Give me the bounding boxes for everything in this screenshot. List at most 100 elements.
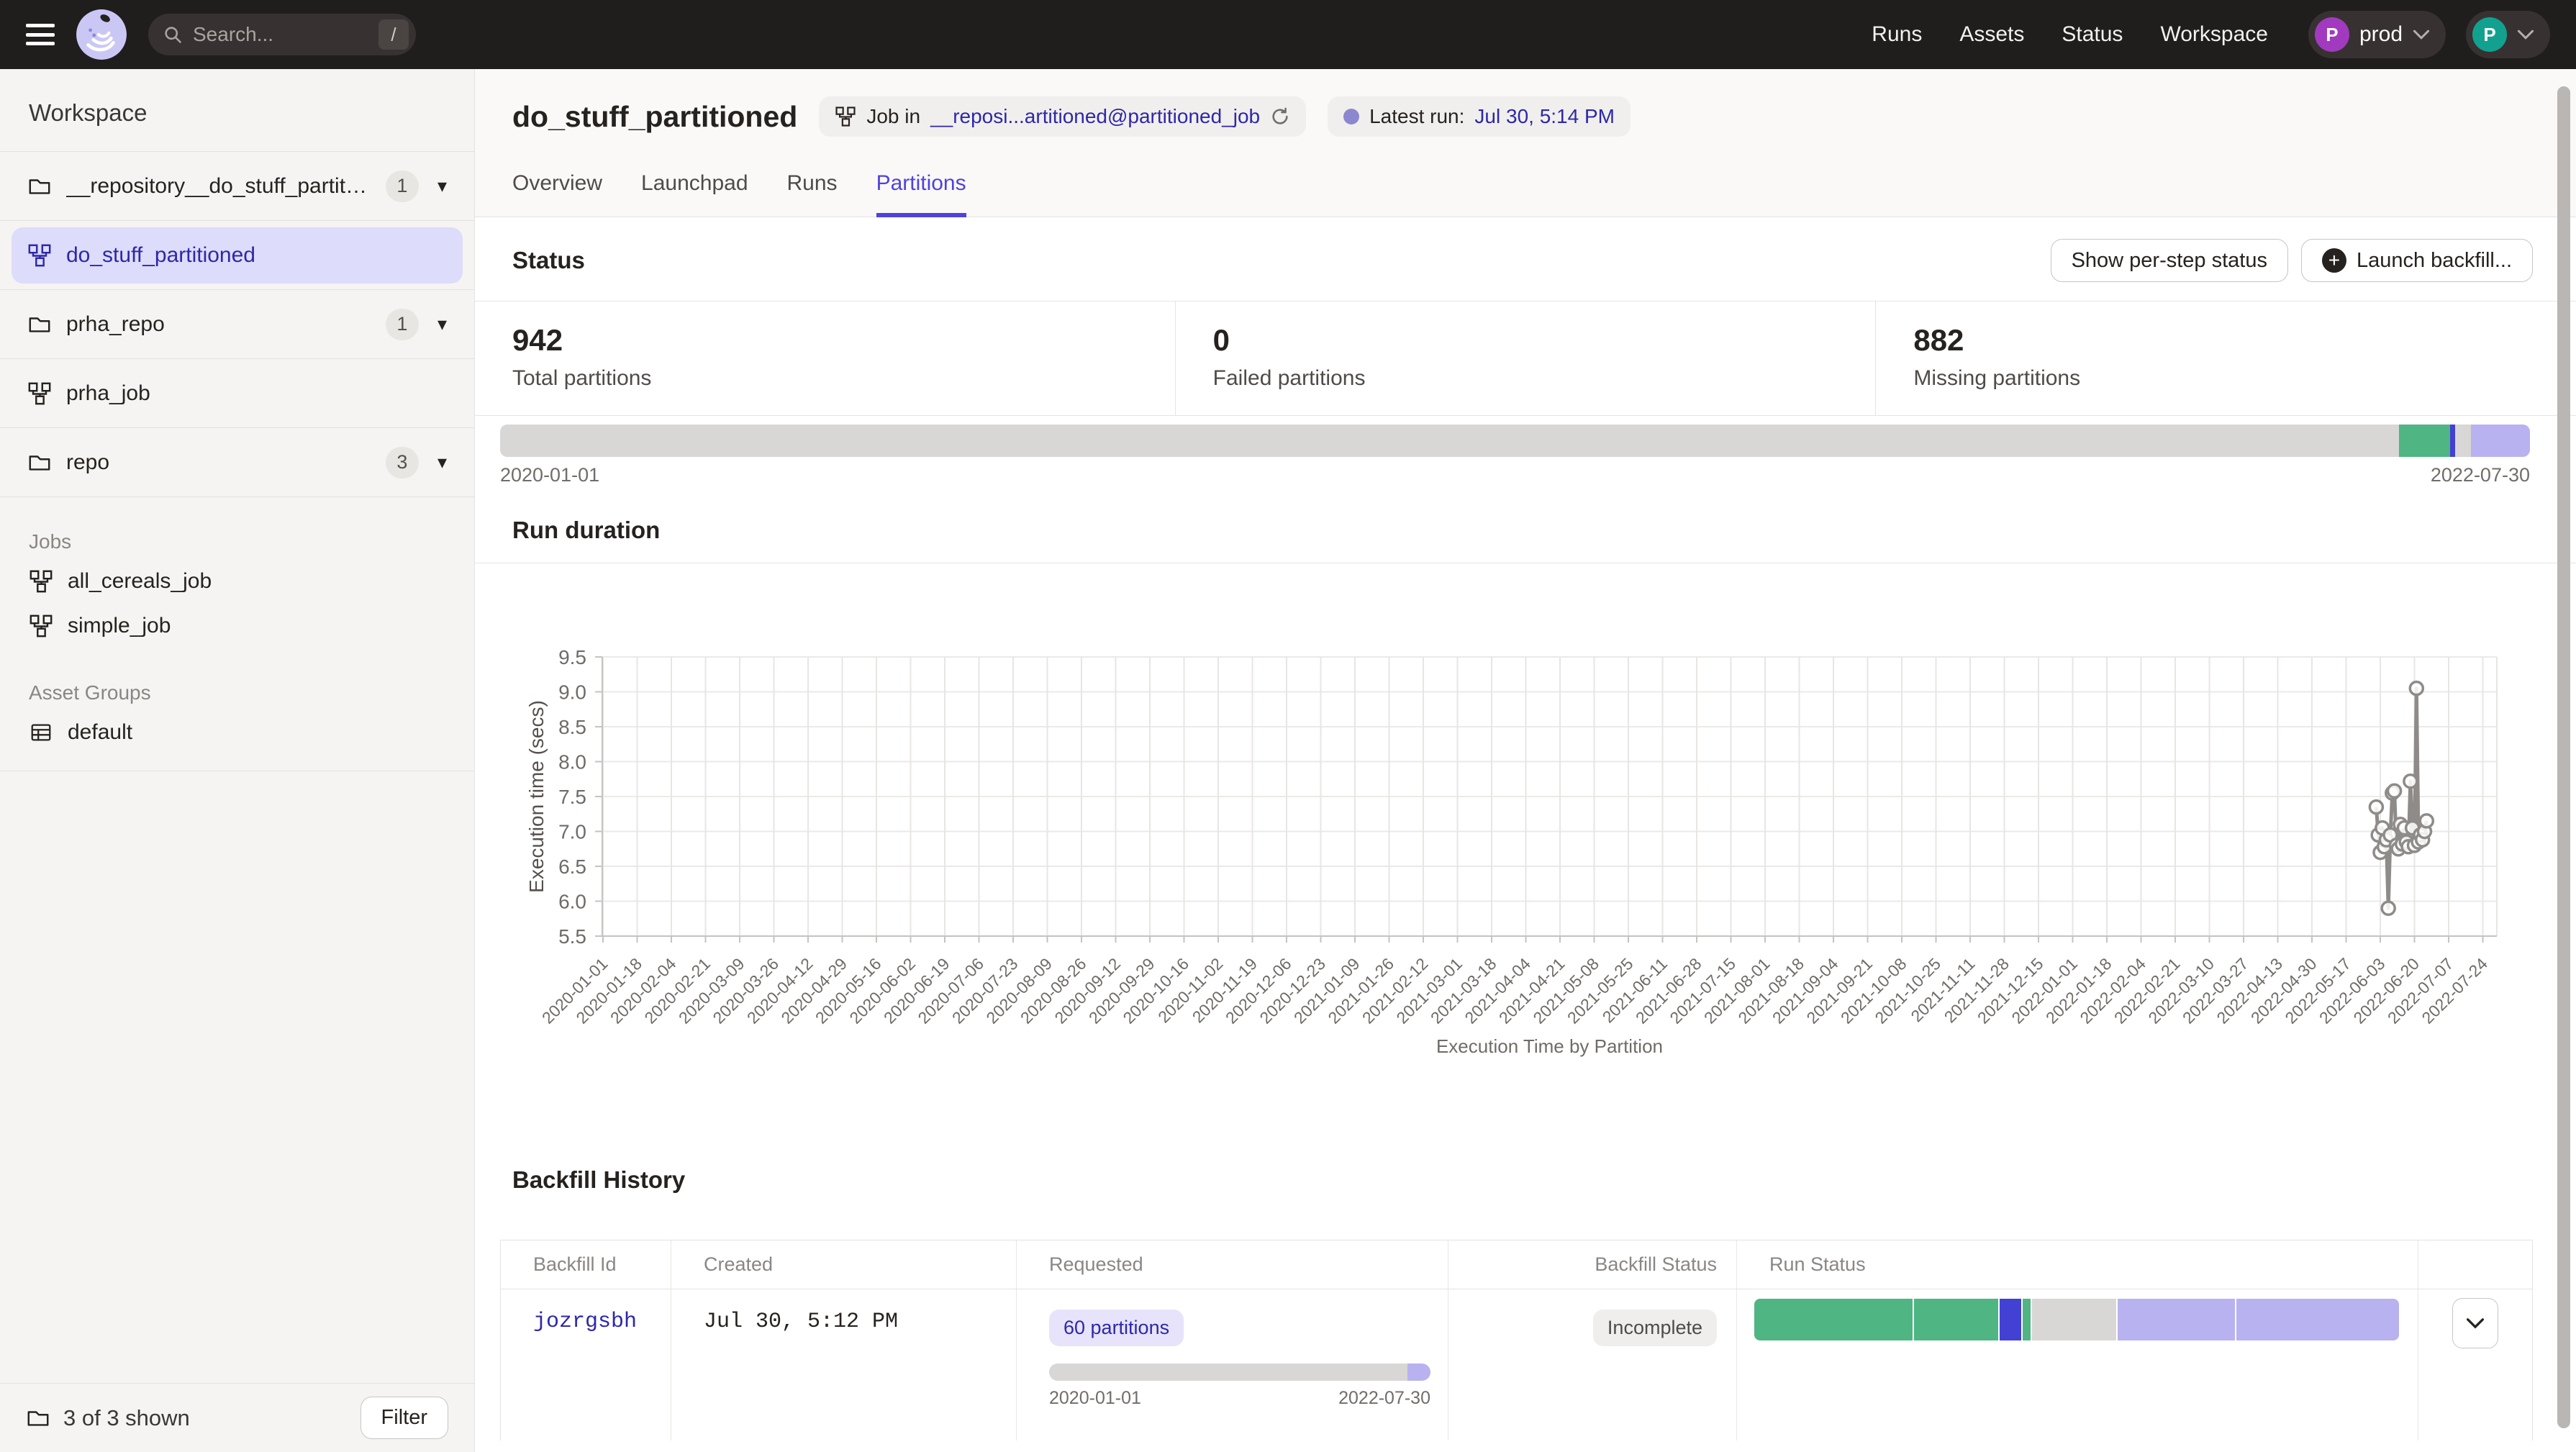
tab-partitions[interactable]: Partitions: [876, 171, 966, 217]
caret-down-icon[interactable]: ▾: [437, 451, 447, 473]
partition-range-end: 2022-07-30: [2431, 464, 2530, 486]
bar-segment: [1049, 1363, 1407, 1381]
run-duration-chart[interactable]: 9.59.08.58.07.57.06.56.05.52020-01-01202…: [475, 563, 2533, 1067]
svg-text:6.0: 6.0: [558, 891, 586, 913]
svg-text:8.0: 8.0: [558, 751, 586, 773]
bar-segment: [2399, 425, 2450, 457]
hamburger-menu-icon[interactable]: [26, 24, 55, 45]
job-icon: [27, 243, 52, 268]
stat-failed-partitions: 0 Failed partitions: [1176, 301, 1877, 415]
table-row-cell-backfill-status: Incomplete: [1448, 1289, 1737, 1440]
caret-down-icon[interactable]: ▾: [437, 313, 447, 335]
sidebar-item-repository-do-stuff-partitio[interactable]: __repository__do_stuff_partitio...1▾: [0, 152, 474, 221]
backfill-id-link[interactable]: jozrgsbh: [533, 1310, 637, 1334]
vertical-scrollbar[interactable]: [2557, 86, 2570, 1428]
main-content: do_stuff_partitioned Job in __reposi...a…: [475, 69, 2576, 1452]
bar-segment: [2023, 1299, 2032, 1340]
sidebar-item-repo[interactable]: repo3▾: [0, 428, 474, 497]
refresh-icon[interactable]: [1270, 106, 1290, 127]
sidebar-item-label: prha_job: [66, 381, 447, 406]
stat-value: 942: [512, 323, 1175, 358]
folder-icon: [27, 312, 52, 337]
shown-count-label: 3 of 3 shown: [63, 1405, 190, 1431]
sidebar-item-label: prha_repo: [66, 312, 371, 337]
bar-segment: [2236, 1299, 2399, 1340]
svg-text:7.5: 7.5: [558, 786, 586, 808]
search-box[interactable]: /: [148, 14, 416, 55]
bar-segment: [2471, 425, 2530, 457]
count-badge: 1: [386, 309, 419, 340]
deployment-switcher[interactable]: P prod: [2308, 11, 2446, 58]
bar-segment: [2450, 425, 2455, 457]
nav-link-workspace[interactable]: Workspace: [2160, 22, 2268, 47]
svg-text:6.5: 6.5: [558, 856, 586, 878]
backfill-history-heading: Backfill History: [512, 1166, 2533, 1194]
deployment-avatar: P: [2315, 17, 2349, 52]
partition-status-bar[interactable]: [500, 425, 2530, 457]
sidebar-item-label: do_stuff_partitioned: [66, 243, 447, 268]
stat-value: 882: [1913, 323, 2576, 358]
expand-row-button[interactable]: [2452, 1298, 2498, 1348]
chevron-down-icon: [2413, 29, 2430, 40]
tabs: Overview Launchpad Runs Partitions: [512, 171, 2533, 217]
section-label-asset-groups: Asset Groups: [0, 648, 474, 710]
folder-icon: [27, 450, 52, 475]
sidebar-item-simple_job[interactable]: simple_job: [0, 604, 474, 648]
top-navigation: / Runs Assets Status Workspace P prod P: [0, 0, 2576, 69]
table-row-cell-actions: [2418, 1289, 2532, 1440]
requested-range-start: 2020-01-01: [1049, 1388, 1141, 1409]
caret-down-icon[interactable]: ▾: [437, 175, 447, 197]
deployment-label: prod: [2359, 22, 2403, 47]
partition-stats: 942 Total partitions 0 Failed partitions…: [475, 301, 2576, 416]
requested-range-end: 2022-07-30: [1338, 1388, 1430, 1409]
search-input[interactable]: [193, 23, 368, 46]
requested-partitions-chip[interactable]: 60 partitions: [1049, 1310, 1184, 1346]
show-per-step-status-button[interactable]: Show per-step status: [2051, 239, 2288, 282]
svg-text:5.5: 5.5: [558, 925, 586, 948]
sidebar-item-all_cereals_job[interactable]: all_cereals_job: [0, 559, 474, 604]
backfill-history-table: Backfill Id Created Requested Backfill S…: [500, 1240, 2533, 1440]
stat-label: Missing partitions: [1913, 366, 2576, 391]
sidebar-item-do-stuff-partitioned[interactable]: do_stuff_partitioned: [0, 221, 474, 290]
tab-overview[interactable]: Overview: [512, 171, 602, 217]
job-icon: [835, 106, 856, 127]
plus-icon: +: [2322, 248, 2346, 273]
latest-run-tag: Latest run: Jul 30, 5:14 PM: [1328, 96, 1631, 137]
nav-link-status[interactable]: Status: [2062, 22, 2123, 47]
launch-backfill-label: Launch backfill...: [2357, 249, 2512, 273]
sidebar-sections: Jobsall_cereals_jobsimple_jobAsset Group…: [0, 497, 474, 771]
job-tag-link[interactable]: __reposi...artitioned@partitioned_job: [930, 105, 1260, 128]
nav-link-assets[interactable]: Assets: [1959, 22, 2024, 47]
count-badge: 1: [386, 171, 419, 202]
sidebar-item-prha-repo[interactable]: prha_repo 1 ▾: [0, 290, 474, 359]
latest-run-link[interactable]: Jul 30, 5:14 PM: [1474, 105, 1615, 128]
sidebar-item-label: simple_job: [68, 614, 171, 638]
tab-runs[interactable]: Runs: [787, 171, 838, 217]
bar-segment: [500, 425, 2399, 457]
bar-segment: [1407, 1363, 1430, 1381]
table-row-cell-requested: 60 partitions 2020-01-01 2022-07-30: [1017, 1289, 1448, 1440]
table-row-cell-created: Jul 30, 5:12 PM: [671, 1289, 1017, 1440]
job-tag-prefix: Job in: [866, 105, 920, 128]
run-status-bar[interactable]: [1754, 1299, 2399, 1340]
run-duration-chart-area: 9.59.08.58.07.57.06.56.05.52020-01-01202…: [475, 563, 2533, 1067]
filter-button[interactable]: Filter: [360, 1397, 448, 1439]
sidebar-item-default[interactable]: default: [0, 710, 474, 755]
sidebar-item-prha-job[interactable]: prha_job: [0, 359, 474, 428]
sidebar-title: Workspace: [0, 69, 474, 151]
stat-total-partitions: 942 Total partitions: [475, 301, 1176, 415]
run-status-dot-icon: [1343, 109, 1359, 124]
grid-icon: [29, 720, 53, 745]
bar-segment: [2455, 425, 2472, 457]
nav-link-runs[interactable]: Runs: [1872, 22, 1922, 47]
svg-text:7.0: 7.0: [558, 821, 586, 843]
nav-links: Runs Assets Status Workspace: [1872, 22, 2268, 47]
dagster-logo-icon[interactable]: [75, 8, 128, 61]
svg-text:8.5: 8.5: [558, 716, 586, 738]
search-shortcut-key: /: [378, 19, 409, 50]
launch-backfill-button[interactable]: + Launch backfill...: [2301, 239, 2533, 282]
user-menu[interactable]: P: [2466, 11, 2550, 58]
tab-launchpad[interactable]: Launchpad: [641, 171, 748, 217]
column-header-backfill-status: Backfill Status: [1448, 1240, 1737, 1289]
page-header: do_stuff_partitioned Job in __reposi...a…: [475, 69, 2576, 217]
